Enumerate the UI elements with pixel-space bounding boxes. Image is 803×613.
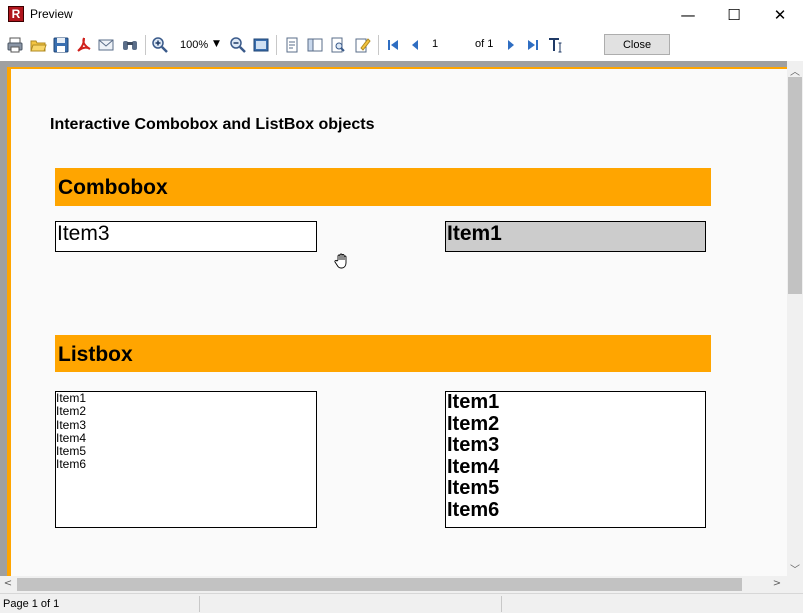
minimize-button[interactable]: —: [665, 0, 711, 29]
report-viewport[interactable]: Interactive Combobox and ListBox objects…: [0, 61, 787, 576]
minimize-icon: —: [680, 5, 696, 24]
combobox-section-label: Combobox: [58, 176, 168, 199]
zoom-out-icon[interactable]: [229, 36, 247, 54]
maximize-button[interactable]: ☐: [711, 0, 757, 29]
list-item[interactable]: Item6: [56, 458, 316, 472]
list-item[interactable]: Item4: [56, 431, 316, 445]
page-info: Page 1 of 1: [3, 598, 60, 610]
status-bar: Page 1 of 1: [0, 593, 803, 613]
title-bar: R Preview — ☐ ✕: [0, 0, 803, 29]
list-item[interactable]: Item4: [446, 456, 705, 479]
open-icon[interactable]: [29, 36, 47, 54]
current-page-input[interactable]: 1: [432, 38, 438, 50]
hand-cursor-icon: [334, 253, 347, 269]
horizontal-scroll-thumb[interactable]: [17, 578, 742, 591]
list-item[interactable]: Item3: [56, 418, 316, 432]
listbox-section-band: Listbox: [55, 335, 711, 372]
report-page: Interactive Combobox and ListBox objects…: [7, 67, 787, 576]
close-window-button[interactable]: ✕: [757, 0, 803, 29]
pdf-export-icon[interactable]: [75, 36, 93, 54]
prev-page-icon[interactable]: [406, 36, 424, 54]
zoom-in-icon[interactable]: [151, 36, 169, 54]
toolbar-separator: [145, 35, 146, 55]
list-item[interactable]: Item1: [446, 391, 705, 414]
outline-icon[interactable]: [306, 36, 324, 54]
edit-icon[interactable]: [353, 36, 371, 54]
scrollbar-corner: [787, 576, 803, 593]
list-item[interactable]: Item5: [56, 444, 316, 458]
scroll-left-icon[interactable]: <: [0, 578, 16, 589]
thumbnails-icon[interactable]: [329, 36, 347, 54]
combobox-section-band: Combobox: [55, 168, 711, 206]
close-button[interactable]: Close: [604, 34, 670, 55]
app-logo-icon: R: [8, 6, 24, 22]
preview-window: R Preview — ☐ ✕ 100% ▼ 1 of 1 Close Inte…: [0, 0, 803, 613]
email-icon[interactable]: [97, 36, 115, 54]
status-separator: [501, 596, 502, 612]
toolbar-separator: [276, 35, 277, 55]
first-page-icon[interactable]: [384, 36, 402, 54]
scroll-up-icon[interactable]: ︿: [787, 63, 803, 78]
next-page-icon[interactable]: [502, 36, 520, 54]
vertical-scrollbar[interactable]: ︿ ﹀: [787, 61, 803, 576]
report-heading: Interactive Combobox and ListBox objects: [50, 116, 375, 133]
listbox-left[interactable]: Item1 Item2 Item3 Item4 Item5 Item6: [55, 391, 317, 528]
maximize-icon: ☐: [727, 5, 741, 24]
status-separator: [199, 596, 200, 612]
combobox-left[interactable]: Item3: [55, 221, 317, 252]
save-icon[interactable]: [52, 36, 70, 54]
combobox-right[interactable]: Item1: [445, 221, 706, 252]
vertical-scroll-thumb[interactable]: [788, 77, 802, 294]
toolbar: 100% ▼ 1 of 1 Close: [0, 29, 803, 61]
list-item[interactable]: Item1: [56, 391, 316, 405]
horizontal-scrollbar[interactable]: < >: [0, 576, 787, 593]
page-count-label: of 1: [475, 38, 494, 50]
listbox-section-label: Listbox: [58, 343, 133, 366]
page-setup-icon[interactable]: [283, 36, 301, 54]
full-screen-icon[interactable]: [252, 36, 270, 54]
close-icon: ✕: [773, 5, 787, 24]
window-title: Preview: [30, 7, 73, 21]
list-item[interactable]: Item2: [446, 413, 705, 436]
list-item[interactable]: Item5: [446, 477, 705, 500]
text-tool-icon[interactable]: [547, 36, 565, 54]
scroll-right-icon[interactable]: >: [769, 578, 785, 589]
listbox-right[interactable]: Item1 Item2 Item3 Item4 Item5 Item6: [445, 391, 706, 528]
last-page-icon[interactable]: [524, 36, 542, 54]
list-item[interactable]: Item2: [56, 404, 316, 418]
toolbar-separator: [378, 35, 379, 55]
find-icon[interactable]: [121, 36, 139, 54]
list-item[interactable]: Item6: [446, 499, 705, 522]
list-item[interactable]: Item3: [446, 434, 705, 457]
print-icon[interactable]: [6, 36, 24, 54]
scroll-down-icon[interactable]: ﹀: [787, 561, 803, 576]
chevron-down-icon[interactable]: ▼: [213, 39, 220, 49]
zoom-level[interactable]: 100%: [180, 39, 208, 51]
